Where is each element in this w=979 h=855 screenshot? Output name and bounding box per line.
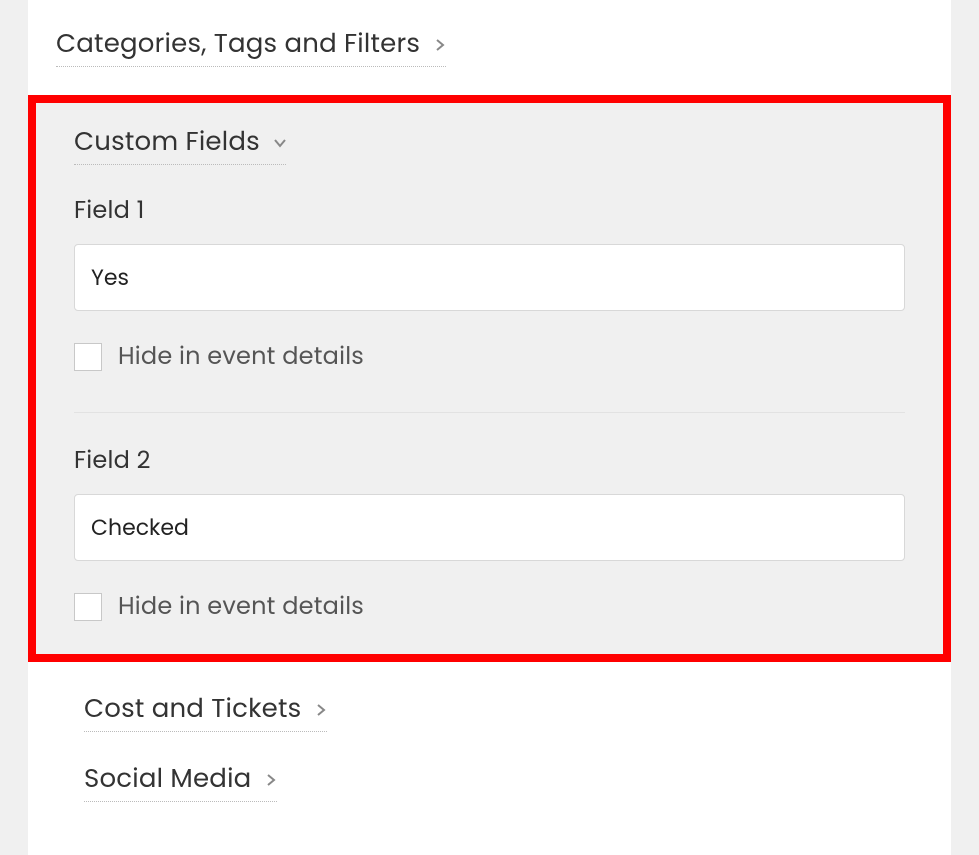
field-divider — [74, 412, 905, 413]
social-media-section-toggle[interactable]: Social Media — [84, 760, 277, 802]
custom-fields-section: Custom Fields Field 1 Hide in event deta… — [28, 95, 951, 662]
field-2-input[interactable] — [74, 494, 905, 561]
social-media-section-label: Social Media — [84, 760, 251, 799]
custom-fields-section-toggle[interactable]: Custom Fields — [74, 123, 286, 165]
cost-tickets-section-label: Cost and Tickets — [84, 690, 301, 729]
field-2-label: Field 2 — [74, 443, 905, 478]
chevron-right-icon — [434, 39, 446, 51]
chevron-right-icon — [315, 704, 327, 716]
field-1-hide-checkbox[interactable] — [74, 343, 102, 371]
categories-section-toggle[interactable]: Categories, Tags and Filters — [56, 25, 446, 67]
categories-section-label: Categories, Tags and Filters — [56, 25, 420, 64]
field-1-hide-label: Hide in event details — [118, 339, 364, 374]
chevron-down-icon — [274, 137, 286, 149]
field-2-hide-label: Hide in event details — [118, 589, 364, 624]
custom-fields-section-label: Custom Fields — [74, 123, 260, 162]
field-1-input[interactable] — [74, 244, 905, 311]
cost-tickets-section-toggle[interactable]: Cost and Tickets — [84, 690, 327, 732]
field-1-label: Field 1 — [74, 193, 905, 228]
field-2-hide-checkbox[interactable] — [74, 593, 102, 621]
chevron-right-icon — [265, 774, 277, 786]
